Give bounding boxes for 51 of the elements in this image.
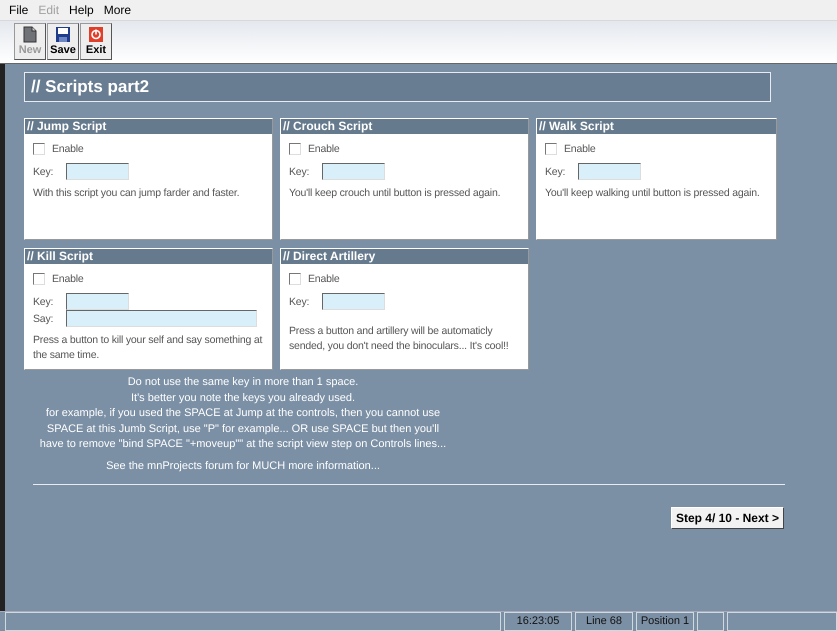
description-text: Press a button and artillery will be automaticly sended, you don't need the binoculars... It's cool!! [289, 324, 510, 354]
status-panel: Position 1 [636, 612, 694, 631]
checkbox-label: Enable [52, 143, 84, 155]
note-text: for example, if you used the SPACE at Jump at the controls, then you cannot use [44, 406, 442, 421]
toolbar-button[interactable]: Save [47, 23, 79, 60]
toolbar-button[interactable]: Exit [80, 23, 112, 60]
description-text: With this script you can jump farder and faster. [33, 186, 240, 201]
document-icon [22, 26, 38, 43]
field-label: Key: [545, 166, 566, 178]
status-panel: Line 68 [575, 612, 633, 631]
checkbox-label: Enable [564, 143, 596, 155]
note-text: See the mnProjects forum for MUCH more information... [105, 458, 381, 474]
page-title: // Scripts part2 [24, 72, 771, 102]
enable-checkbox[interactable] [289, 273, 301, 285]
input-field[interactable] [322, 293, 385, 310]
input-field[interactable] [66, 293, 129, 310]
enable-checkbox[interactable] [289, 143, 301, 155]
field-label: Key: [33, 166, 54, 178]
panel-title: // Direct Artillery [281, 249, 528, 264]
panel-title: // Crouch Script [281, 119, 528, 134]
status-panel: 16:23:05 [504, 612, 572, 631]
menu-item[interactable]: More [98, 3, 136, 17]
checkbox-label: Enable [52, 273, 84, 285]
note-text: It's better you note the keys you already used. [130, 390, 356, 406]
panel-title: // Walk Script [537, 119, 776, 134]
note-text: Do not use the same key in more than 1 space. [126, 375, 360, 390]
description-text: You'll keep walking until button is pressed again. [545, 186, 761, 201]
panel-title: // Kill Script [25, 249, 272, 264]
field-label: Key: [33, 296, 54, 308]
checkbox-label: Enable [308, 273, 340, 285]
checkbox-label: Enable [308, 143, 340, 155]
description-text: Press a button to kill your self and say something at the same time. [33, 333, 264, 363]
input-field[interactable] [578, 163, 641, 180]
menu-item[interactable]: File [4, 3, 34, 17]
description-text: You'll keep crouch until button is pressed again. [289, 186, 502, 201]
field-label: Key: [289, 296, 310, 308]
field-label: Say: [33, 312, 54, 324]
enable-checkbox[interactable] [33, 273, 45, 285]
field-label: Key: [289, 166, 310, 178]
next-button[interactable]: Step 4/ 10 - Next > [670, 507, 784, 529]
enable-checkbox[interactable] [33, 143, 45, 155]
panel-title: // Jump Script [25, 119, 272, 134]
menu-item[interactable]: Help [64, 3, 99, 17]
note-text: SPACE at this Jumb Script, use "P" for example... OR use SPACE but then you'll [46, 422, 440, 436]
power-icon [88, 26, 104, 43]
input-field[interactable] [66, 310, 257, 327]
enable-checkbox[interactable] [545, 143, 557, 155]
input-field[interactable] [322, 163, 385, 180]
input-field[interactable] [66, 163, 129, 180]
note-text: have to remove "bind SPACE "+moveup"" at the script view step on Controls lines... [38, 437, 448, 452]
status-panel [697, 612, 724, 631]
